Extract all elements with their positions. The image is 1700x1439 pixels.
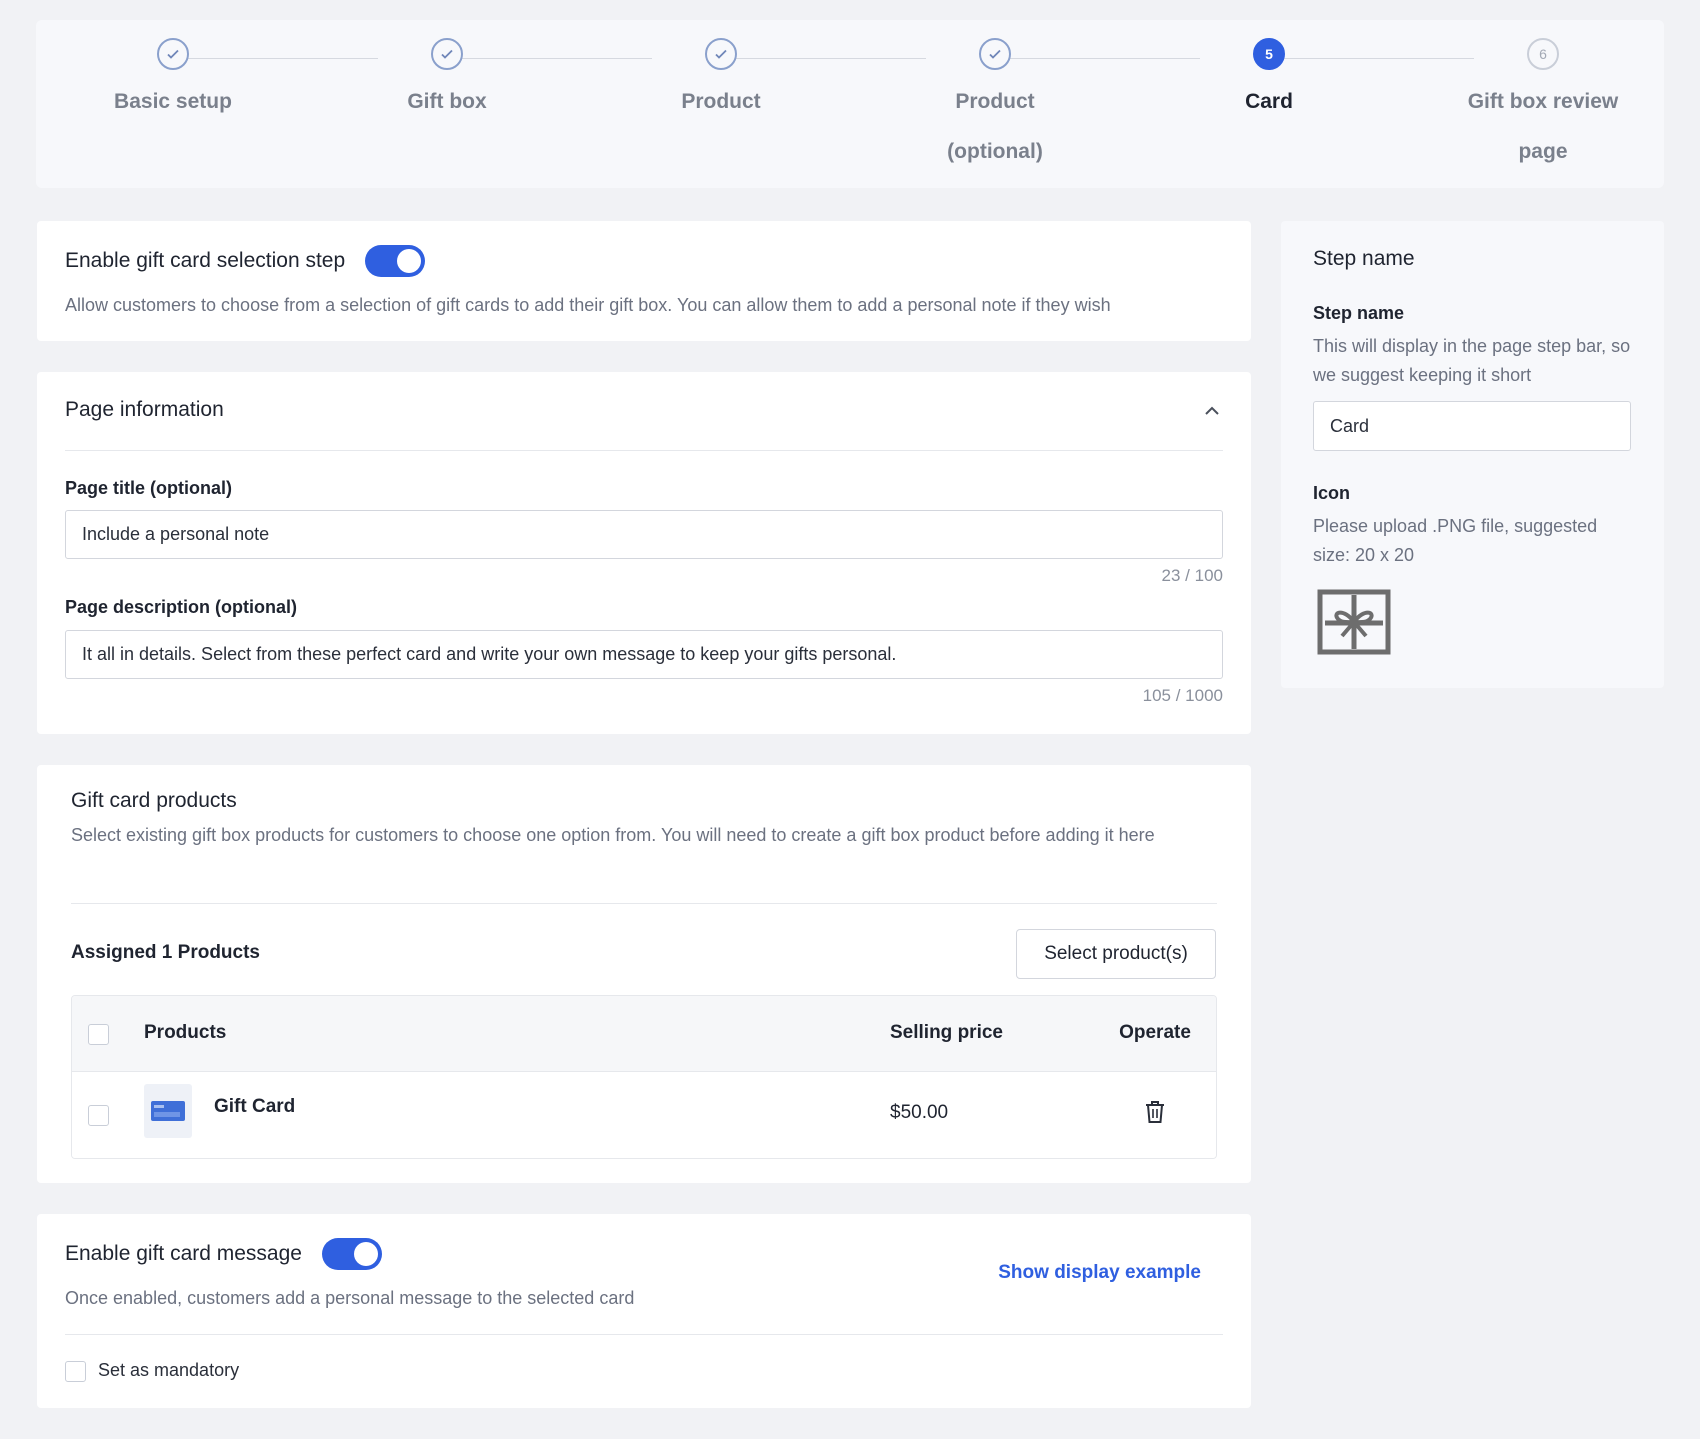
enable-card-step-section: Enable gift card selection step Allow cu… [37,221,1251,341]
divider [65,1334,1223,1335]
step-label: Gift box review page [1467,90,1619,163]
enable-message-toggle[interactable] [321,1238,382,1270]
table-header: Products Selling price Operate [72,996,1216,1072]
step-name-panel: Step name Step name This will display in… [1281,221,1664,688]
page-title-value: Include a personal note [82,524,270,544]
step-connector [996,58,1200,59]
step-number-badge: 6 [1527,38,1559,70]
step-name-help: This will display in the page step bar, … [1313,336,1631,385]
column-header-price: Selling price [890,1022,1003,1043]
divider [71,903,1217,904]
assigned-products-label: Assigned 1 Products [71,942,260,963]
step-name-value: Card [1330,415,1370,436]
step-name-label: Step name [1313,303,1405,323]
show-display-example-link[interactable]: Show display example [998,1262,1201,1284]
step-name-input[interactable]: Card [1313,401,1631,451]
products-table: Products Selling price Operate Gift Card… [71,995,1217,1159]
step-label: Gift box [407,90,487,113]
step-label: Basic setup [114,90,232,113]
mandatory-label: Set as mandatory [98,1360,240,1380]
step-connector [448,58,652,59]
page-title-input[interactable]: Include a personal note [65,510,1223,559]
table-row: Gift Card $50.00 [72,1072,1216,1158]
section-title: Page information [65,398,224,421]
section-description: Allow customers to choose from a selecti… [65,295,1111,315]
enable-card-step-toggle[interactable] [365,245,426,277]
page-information-section: Page information Page title (optional) I… [37,372,1251,734]
row-checkbox[interactable] [88,1105,109,1126]
column-header-products: Products [144,1022,227,1043]
mandatory-checkbox[interactable] [65,1361,86,1382]
step-connector [174,58,378,59]
product-name: Gift Card [214,1096,296,1117]
gift-card-products-section: Gift card products Select existing gift … [37,765,1251,1183]
select-products-button[interactable]: Select product(s) [1016,929,1216,979]
section-title: Enable gift card message [65,1242,302,1265]
icon-help: Please upload .PNG file, suggested size:… [1313,516,1598,565]
select-all-checkbox[interactable] [88,1024,109,1045]
check-icon [979,38,1011,70]
column-header-operate: Operate [1119,1022,1191,1043]
trash-icon[interactable] [1143,1099,1167,1125]
section-description: Once enabled, customers add a personal m… [65,1288,635,1308]
step-connector [1270,58,1474,59]
section-title: Gift card products [71,789,237,812]
page-description-counter: 105 / 1000 [1142,686,1223,705]
page-description-input[interactable]: It all in details. Select from these per… [65,630,1223,679]
page-description-label: Page description (optional) [65,597,298,617]
chevron-up-icon[interactable] [1203,402,1221,420]
icon-label: Icon [1313,483,1351,503]
section-description: Select existing gift box products for cu… [71,825,1155,845]
product-thumbnail [144,1084,192,1138]
check-icon [431,38,463,70]
panel-title: Step name [1313,247,1415,270]
gift-card-message-section: Enable gift card message Once enabled, c… [37,1214,1251,1408]
check-icon [705,38,737,70]
step-connector [722,58,926,59]
step-label: Product [681,90,761,113]
step-bar: Basic setup Gift box Product Product (op… [36,20,1664,188]
section-title: Enable gift card selection step [65,249,346,272]
page-description-value: It all in details. Select from these per… [82,644,897,664]
step-number-badge: 5 [1253,38,1285,70]
page-title-label: Page title (optional) [65,478,233,498]
check-icon [157,38,189,70]
product-price: $50.00 [890,1102,949,1123]
step-label: Card [1245,90,1293,113]
gift-icon[interactable] [1317,589,1391,655]
divider [65,450,1223,451]
page-title-counter: 23 / 100 [1161,566,1223,585]
step-label: Product (optional) [947,90,1043,163]
